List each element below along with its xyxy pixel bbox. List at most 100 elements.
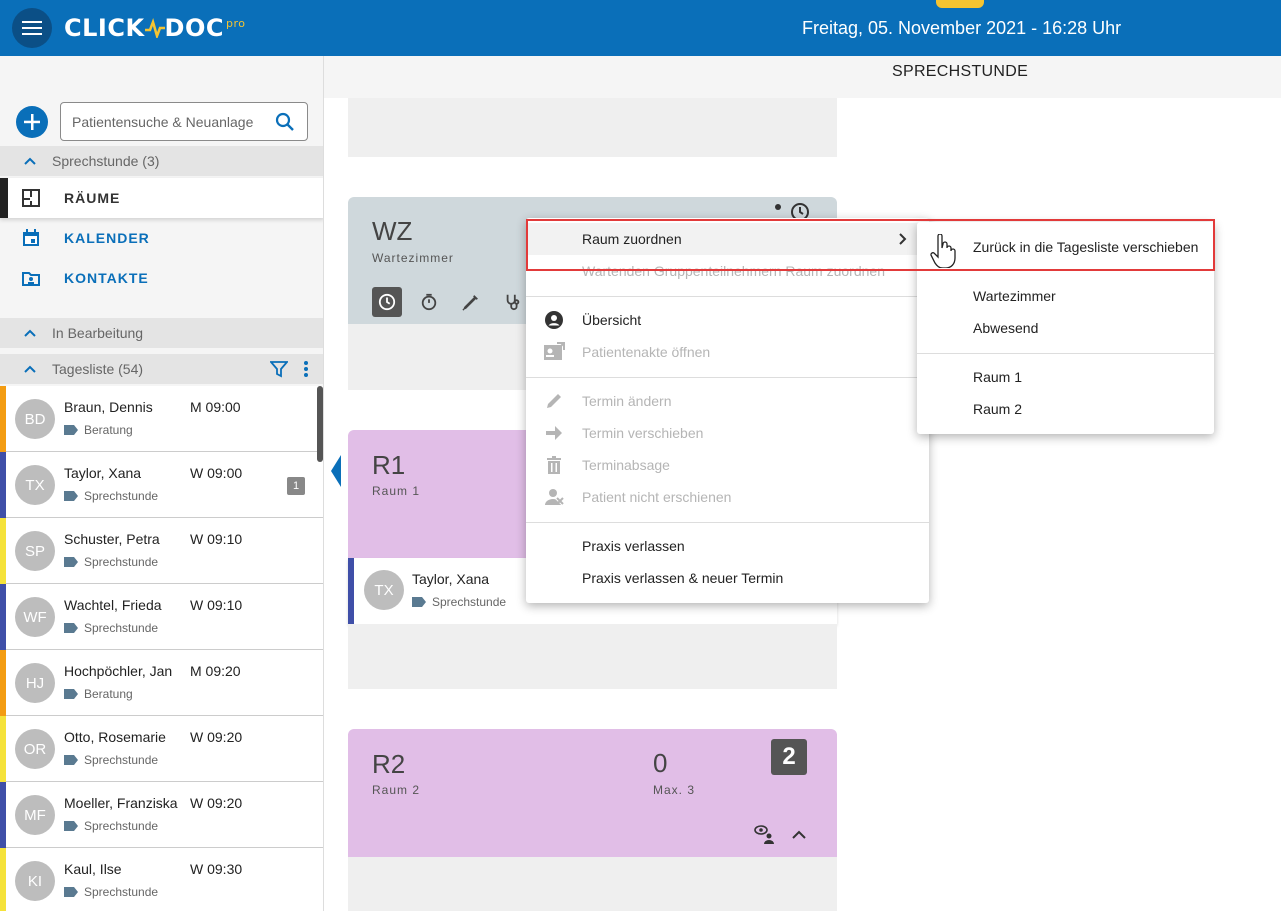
hamburger-icon: [22, 21, 42, 35]
chevron-up-icon: [24, 365, 36, 373]
nav-item-raeume[interactable]: RÄUME: [0, 178, 323, 218]
chevron-right-icon: [899, 233, 907, 245]
section-label: Sprechstunde (3): [52, 153, 160, 169]
menu-button[interactable]: [12, 8, 52, 48]
nav-label: RÄUME: [64, 190, 121, 206]
stethoscope-filter-button[interactable]: [498, 287, 528, 317]
room-card-r2[interactable]: R2 Raum 2: [348, 729, 837, 857]
patient-row[interactable]: WF Wachtel, Frieda W 09:10 Sprechstunde: [0, 584, 323, 650]
patient-name: Taylor, Xana: [64, 465, 142, 481]
appointment-type: Sprechstunde: [64, 885, 158, 899]
section-tagesliste[interactable]: Tagesliste (54): [0, 354, 323, 384]
search-icon[interactable]: [275, 112, 295, 132]
patient-name: Hochpöchler, Jan: [64, 663, 173, 679]
patient-row[interactable]: HJ Hochpöchler, Jan M 09:20 Beratung: [0, 650, 323, 716]
menu-item-praxis-verlassen[interactable]: Praxis verlassen: [526, 530, 929, 562]
section-sprechstunde[interactable]: Sprechstunde (3): [0, 146, 323, 176]
clock-icon: [378, 293, 396, 311]
clock-filter-button[interactable]: [372, 287, 402, 317]
submenu-item-raum-2[interactable]: Raum 2: [917, 393, 1214, 425]
appointment-time: W 09:20: [190, 795, 243, 811]
patient-row[interactable]: BD Braun, Dennis M 09:00 Beratung: [0, 386, 323, 452]
appointment-time: W 09:10: [190, 597, 243, 613]
avatar: MF: [15, 795, 55, 835]
chevron-up-icon: [24, 157, 36, 165]
syringe-filter-button[interactable]: [456, 287, 486, 317]
appointment-type: Beratung: [64, 687, 133, 701]
stethoscope-icon: [506, 294, 520, 311]
patient-name: Schuster, Petra: [64, 531, 160, 547]
tag-icon: [64, 557, 78, 567]
chevron-up-icon: [24, 329, 36, 337]
chevron-up-icon[interactable]: [792, 830, 806, 839]
appointment-time: W 09:20: [190, 729, 243, 745]
avatar: BD: [15, 399, 55, 439]
menu-item-patientenakte[interactable]: Patientenakte öffnen: [526, 336, 929, 368]
room-name: Raum 1: [372, 484, 421, 498]
menu-item-termin-aendern[interactable]: Termin ändern: [526, 385, 929, 417]
filter-icon[interactable]: [270, 360, 288, 378]
menu-item-gruppe-raum-zuordnen[interactable]: Wartenden Gruppenteilnehmern Raum zuordn…: [526, 255, 929, 287]
patient-row[interactable]: SP Schuster, Petra W 09:10 Sprechstunde: [0, 518, 323, 584]
nav-item-kalender[interactable]: KALENDER: [0, 218, 323, 258]
appointment-time: M 09:20: [190, 663, 241, 679]
patient-row[interactable]: MF Moeller, Franziska W 09:20 Sprechstunde: [0, 782, 323, 848]
timer-icon: [421, 293, 437, 311]
scrollbar-thumb[interactable]: [317, 386, 323, 462]
submenu-item-abwesend[interactable]: Abwesend: [917, 312, 1214, 344]
tag-icon: [64, 821, 78, 831]
menu-item-uebersicht[interactable]: Übersicht: [526, 304, 929, 336]
list-pointer: [331, 455, 341, 487]
timer-filter-button[interactable]: [414, 287, 444, 317]
tag-icon: [412, 597, 426, 607]
tag-icon: [64, 689, 78, 699]
nav-item-kontakte[interactable]: KONTAKTE: [0, 258, 323, 298]
add-patient-button[interactable]: [16, 106, 48, 138]
room-badge: 2: [771, 739, 807, 775]
page-title: SPRECHSTUNDE: [892, 63, 1029, 80]
patient-row[interactable]: OR Otto, Rosemarie W 09:20 Sprechstunde: [0, 716, 323, 782]
submenu-item-wartezimmer[interactable]: Wartezimmer: [917, 280, 1214, 312]
more-vert-icon[interactable]: [304, 360, 308, 378]
status-stripe: [0, 716, 6, 782]
section-in-bearbeitung[interactable]: In Bearbeitung: [0, 318, 323, 348]
appointment-time: W 09:10: [190, 531, 243, 547]
appointment-type: Sprechstunde: [64, 555, 158, 569]
room-card-body-r1: [348, 624, 837, 689]
menu-item-termin-verschieben[interactable]: Termin verschieben: [526, 417, 929, 449]
patient-name: Braun, Dennis: [64, 399, 153, 415]
patient-name: Otto, Rosemarie: [64, 729, 166, 745]
room-code: R2: [372, 749, 406, 779]
dot-icon: [775, 204, 781, 210]
top-notch[interactable]: [936, 0, 984, 8]
status-stripe: [0, 650, 6, 716]
menu-item-nicht-erschienen[interactable]: Patient nicht erschienen: [526, 481, 929, 513]
pencil-icon: [547, 394, 561, 408]
appointment-time: W 09:30: [190, 861, 243, 877]
current-date: Freitag, 05. November 2021 - 16:28 Uhr: [802, 18, 1122, 38]
floorplan-icon: [22, 189, 40, 207]
patient-name: Kaul, Ilse: [64, 861, 122, 877]
submenu-item-raum-1[interactable]: Raum 1: [917, 361, 1214, 393]
visibility-person-icon[interactable]: [754, 825, 776, 845]
menu-item-raum-zuordnen[interactable]: Raum zuordnen: [526, 223, 929, 255]
room-code: WZ: [372, 216, 413, 246]
submenu-item-tagesliste[interactable]: Zurück in die Tagesliste verschieben: [917, 231, 1214, 263]
appointment-type: Sprechstunde: [64, 621, 158, 635]
section-label: In Bearbeitung: [52, 325, 144, 341]
context-menu: Raum zuordnen Wartenden Gruppenteilnehme…: [526, 218, 929, 603]
account-circle-icon: [545, 311, 563, 329]
search-input[interactable]: [72, 103, 272, 140]
avatar: WF: [15, 597, 55, 637]
patient-row[interactable]: KI Kaul, Ilse W 09:30 Sprechstunde: [0, 848, 323, 911]
status-stripe: [0, 518, 6, 584]
menu-item-terminabsage[interactable]: Terminabsage: [526, 449, 929, 481]
menu-item-praxis-verlassen-neuer-termin[interactable]: Praxis verlassen & neuer Termin: [526, 562, 929, 594]
patient-file-icon: [544, 342, 565, 360]
patient-row[interactable]: TX Taylor, Xana W 09:00 Sprechstunde 1: [0, 452, 323, 518]
tag-icon: [64, 623, 78, 633]
plus-icon: [24, 114, 40, 130]
room-max: Max. 3: [653, 783, 696, 797]
status-stripe: [0, 386, 6, 452]
room-count: 0: [653, 748, 668, 778]
